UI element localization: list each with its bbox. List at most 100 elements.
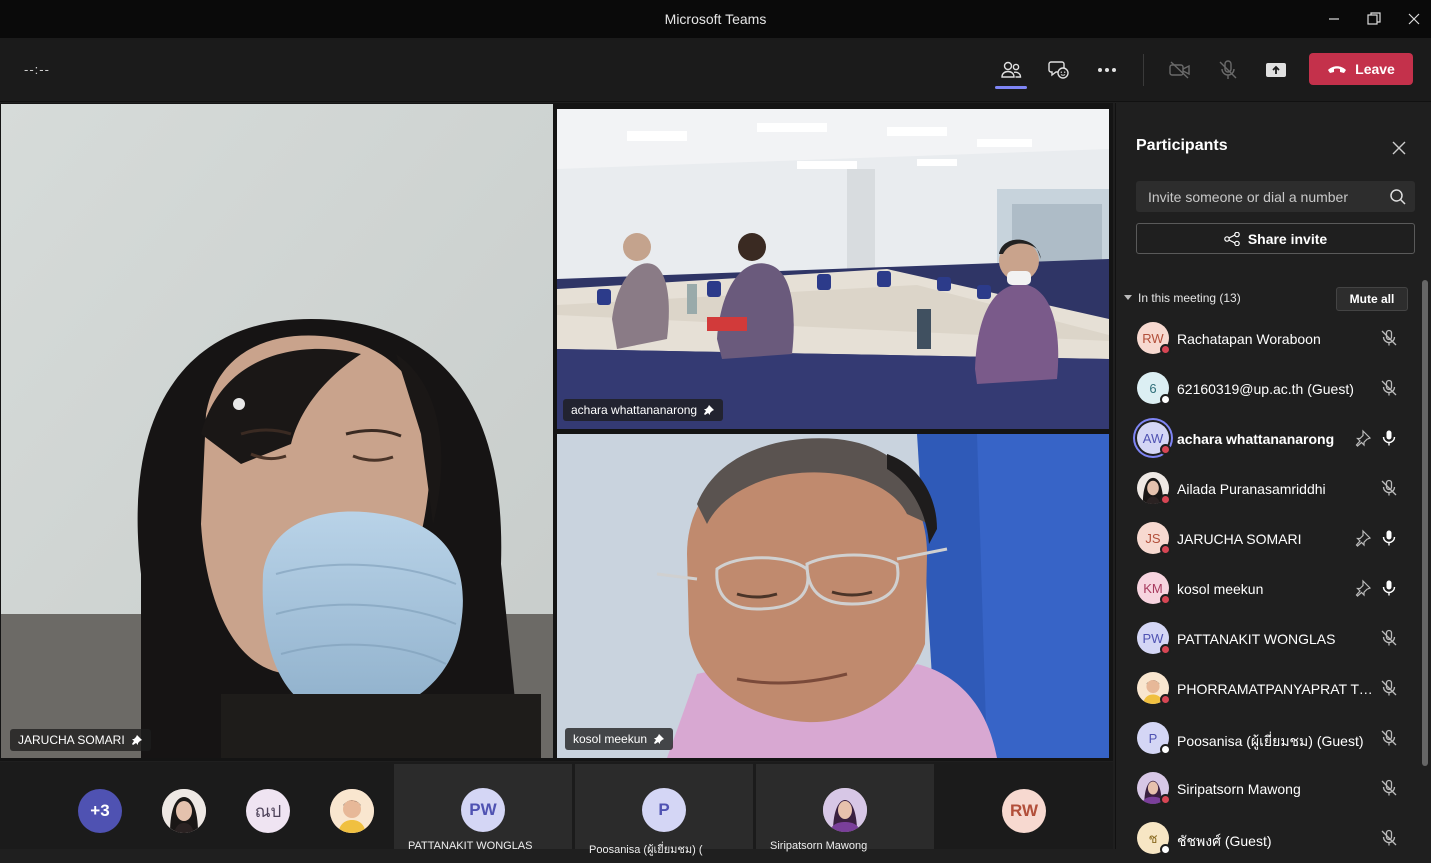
panel-scrollbar[interactable] [1422, 280, 1428, 766]
search-icon[interactable] [1389, 188, 1407, 206]
mic-on-icon[interactable] [1380, 529, 1398, 547]
panel-title: Participants [1136, 137, 1228, 154]
participant-row[interactable]: PW PATTANAKIT WONGLAS [1116, 613, 1422, 663]
participant-name: Poosanisa (ผู้เยี่ยมชม) (Guest) [1177, 733, 1364, 749]
participant-row[interactable]: RW Rachatapan Woraboon [1116, 313, 1422, 363]
avatar-photo-icon [330, 789, 374, 833]
mic-off-icon[interactable] [1380, 329, 1398, 347]
share-icon [1224, 231, 1240, 246]
mic-on-icon[interactable] [1380, 429, 1398, 447]
strip-avatar-rachatapan[interactable]: RW [1002, 789, 1046, 833]
strip-avatar-phorramat[interactable] [330, 789, 374, 833]
strip-tile-poosanisa[interactable]: P Poosanisa (ผู้เยี่ยมชม) ( [575, 764, 753, 856]
participant-row[interactable]: PHORRAMATPANYAPRAT TO... [1116, 663, 1422, 713]
invite-search-input[interactable] [1136, 181, 1376, 212]
participant-name: 62160319@up.ac.th (Guest) [1177, 381, 1354, 397]
share-screen-icon [1266, 63, 1286, 77]
window-title: Microsoft Teams [664, 11, 767, 27]
participant-row[interactable]: Ailada Puranasamriddhi [1116, 463, 1422, 513]
pin-icon[interactable] [1354, 529, 1372, 547]
video-feed-achara [557, 109, 1109, 429]
in-meeting-section-toggle[interactable]: In this meeting (13) [1124, 291, 1241, 305]
mic-on-icon[interactable] [1380, 579, 1398, 597]
video-tile-jarucha[interactable]: JARUCHA SOMARI [1, 104, 553, 758]
pin-icon[interactable] [1354, 429, 1372, 447]
maximize-icon[interactable] [1354, 0, 1394, 38]
video-feed-kosol [557, 434, 1109, 758]
pin-icon[interactable] [1354, 579, 1372, 597]
more-actions-button[interactable] [1091, 56, 1123, 84]
presence-status-icon [1160, 844, 1171, 855]
mic-off-icon[interactable] [1380, 479, 1398, 497]
strip-avatar-initials[interactable]: ณป [246, 789, 290, 833]
video-label-jarucha: JARUCHA SOMARI [10, 729, 151, 751]
participant-row[interactable]: 6 62160319@up.ac.th (Guest) [1116, 363, 1422, 413]
participant-row[interactable]: Siripatsorn Mawong [1116, 763, 1422, 813]
pin-icon [654, 734, 665, 744]
mic-off-icon[interactable] [1380, 679, 1398, 697]
strip-tile-avatar: PW [461, 788, 505, 832]
microphone-button[interactable] [1212, 56, 1244, 84]
strip-tile-name: Poosanisa (ผู้เยี่ยมชม) ( [589, 844, 703, 856]
strip-tile-siripatsorn[interactable]: Siripatsorn Mawong [756, 764, 934, 852]
share-screen-button[interactable] [1260, 56, 1292, 84]
strip-tile-avatar-photo [823, 788, 867, 832]
avatar-photo-icon [162, 789, 206, 833]
share-invite-label: Share invite [1247, 230, 1328, 247]
presence-status-icon [1160, 494, 1171, 505]
presence-status-icon [1160, 644, 1171, 655]
mic-off-icon [1219, 60, 1237, 79]
presence-status-icon [1160, 344, 1171, 355]
chat-button[interactable] [1043, 56, 1075, 84]
more-icon [1098, 68, 1116, 72]
strip-avatar-ailada[interactable] [162, 789, 206, 833]
leave-button[interactable]: Leave [1309, 53, 1413, 85]
strip-tile-name: PATTANAKIT WONGLAS [408, 840, 533, 852]
participant-name: Ailada Puranasamriddhi [1177, 481, 1326, 497]
mute-all-button[interactable]: Mute all [1336, 287, 1408, 311]
mic-off-icon[interactable] [1380, 379, 1398, 397]
invite-search-box [1136, 181, 1415, 212]
participant-name: kosol meekun [1177, 581, 1264, 597]
participant-row[interactable]: JS JARUCHA SOMARI [1116, 513, 1422, 563]
close-window-icon[interactable] [1394, 0, 1431, 38]
participant-row[interactable]: P Poosanisa (ผู้เยี่ยมชม) (Guest) [1116, 713, 1422, 763]
pin-icon [131, 735, 142, 745]
strip-tile-name: Siripatsorn Mawong [770, 840, 868, 852]
presence-status-icon [1160, 594, 1171, 605]
video-label-kosol: kosol meekun [565, 728, 674, 750]
participant-row[interactable]: AW achara whattananarong [1116, 413, 1422, 463]
presence-status-icon [1160, 794, 1171, 805]
minimize-icon[interactable] [1314, 0, 1354, 38]
video-feed-jarucha [1, 104, 553, 758]
camera-off-icon [1169, 61, 1190, 79]
presence-status-icon [1160, 744, 1171, 755]
video-tile-achara[interactable]: achara whattananarong [557, 109, 1109, 429]
presence-status-icon [1160, 444, 1171, 455]
mic-off-icon[interactable] [1380, 729, 1398, 747]
video-tile-kosol[interactable]: kosol meekun [557, 434, 1109, 758]
strip-tile-pattanakit[interactable]: PW PATTANAKIT WONGLAS [394, 764, 572, 852]
video-stage: JARUCHA SOMARI achara whattananarong kos… [0, 103, 1113, 761]
participant-row[interactable]: ชชัชพงศ์ (Guest) [1116, 813, 1422, 863]
video-name-achara: achara whattananarong [571, 403, 698, 417]
participants-button[interactable] [995, 56, 1027, 84]
mic-off-icon[interactable] [1380, 779, 1398, 797]
participant-row[interactable]: KM kosol meekun [1116, 563, 1422, 613]
mic-off-icon[interactable] [1380, 629, 1398, 647]
meeting-toolbar: --:-- Leave [0, 38, 1431, 102]
video-name-kosol: kosol meekun [573, 732, 648, 746]
mic-off-icon[interactable] [1380, 829, 1398, 847]
leave-label: Leave [1355, 61, 1395, 77]
participant-name: PATTANAKIT WONGLAS [1177, 631, 1336, 647]
presence-status-icon [1160, 394, 1171, 405]
participant-name: PHORRAMATPANYAPRAT TO... [1177, 681, 1377, 697]
camera-button[interactable] [1164, 56, 1196, 84]
overflow-participants-button[interactable]: +3 [78, 789, 122, 833]
title-bar: Microsoft Teams [0, 0, 1431, 38]
toolbar-separator [1143, 54, 1144, 86]
participant-name: achara whattananarong [1177, 431, 1335, 447]
share-invite-button[interactable]: Share invite [1136, 223, 1415, 254]
close-panel-button[interactable] [1388, 137, 1410, 159]
participants-panel: Participants Share invite In this meetin… [1115, 103, 1431, 855]
